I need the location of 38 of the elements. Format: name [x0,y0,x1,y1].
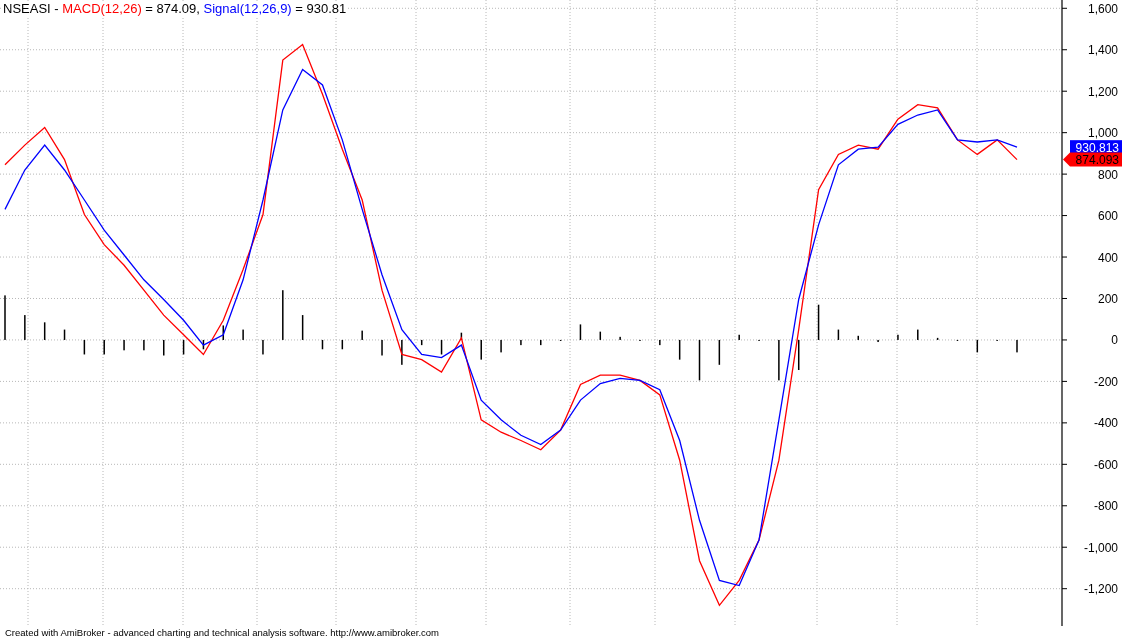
axis-label: -200 [1093,374,1118,389]
axis-label: 1,200 [1087,84,1118,99]
histogram-bar [222,325,225,340]
axis-label: 200 [1097,292,1118,306]
histogram-bar [976,339,979,353]
histogram-bar [341,339,344,350]
axis-label: 0 [1111,333,1118,348]
axis-label: -1,200 [1083,582,1118,597]
axis-label: -1,000 [1083,540,1118,555]
axis-label: 400 [1097,250,1118,265]
histogram-bar [936,337,939,340]
histogram-bar [678,339,681,360]
histogram-bar [698,339,701,381]
histogram-bar [182,339,185,355]
histogram-bar [321,339,324,350]
histogram-bar [817,304,820,340]
axis-label: 1,400 [1087,43,1118,58]
chart-title: NSEASI - MACD(12,26) = 874.09, Signal(12,26,9) = 930.81 [3,1,347,16]
axis-label: 800 [1097,167,1118,182]
histogram-bar [837,329,840,340]
histogram-bar [420,339,423,346]
histogram-bar [579,324,582,340]
histogram-bar [599,331,602,340]
histogram-bar [718,339,721,365]
histogram-bar [83,339,86,355]
footer-text: Created with AmiBroker - advanced charting and technical analysis software. http://www.amibroker.com [4,626,441,639]
axis-label: -400 [1093,416,1118,431]
value-tag: 930.813 [1070,140,1122,155]
axis-label: 1,600 [1087,1,1118,16]
axis-label: -600 [1093,457,1118,472]
axis-label: 600 [1097,209,1118,224]
histogram-bar [63,329,66,340]
histogram-bar [440,339,443,355]
histogram-bar [202,339,205,350]
histogram-bar [301,315,304,340]
axis-label: 1,000 [1087,126,1118,141]
axis-label: -800 [1093,499,1118,514]
histogram-bar [43,322,46,340]
